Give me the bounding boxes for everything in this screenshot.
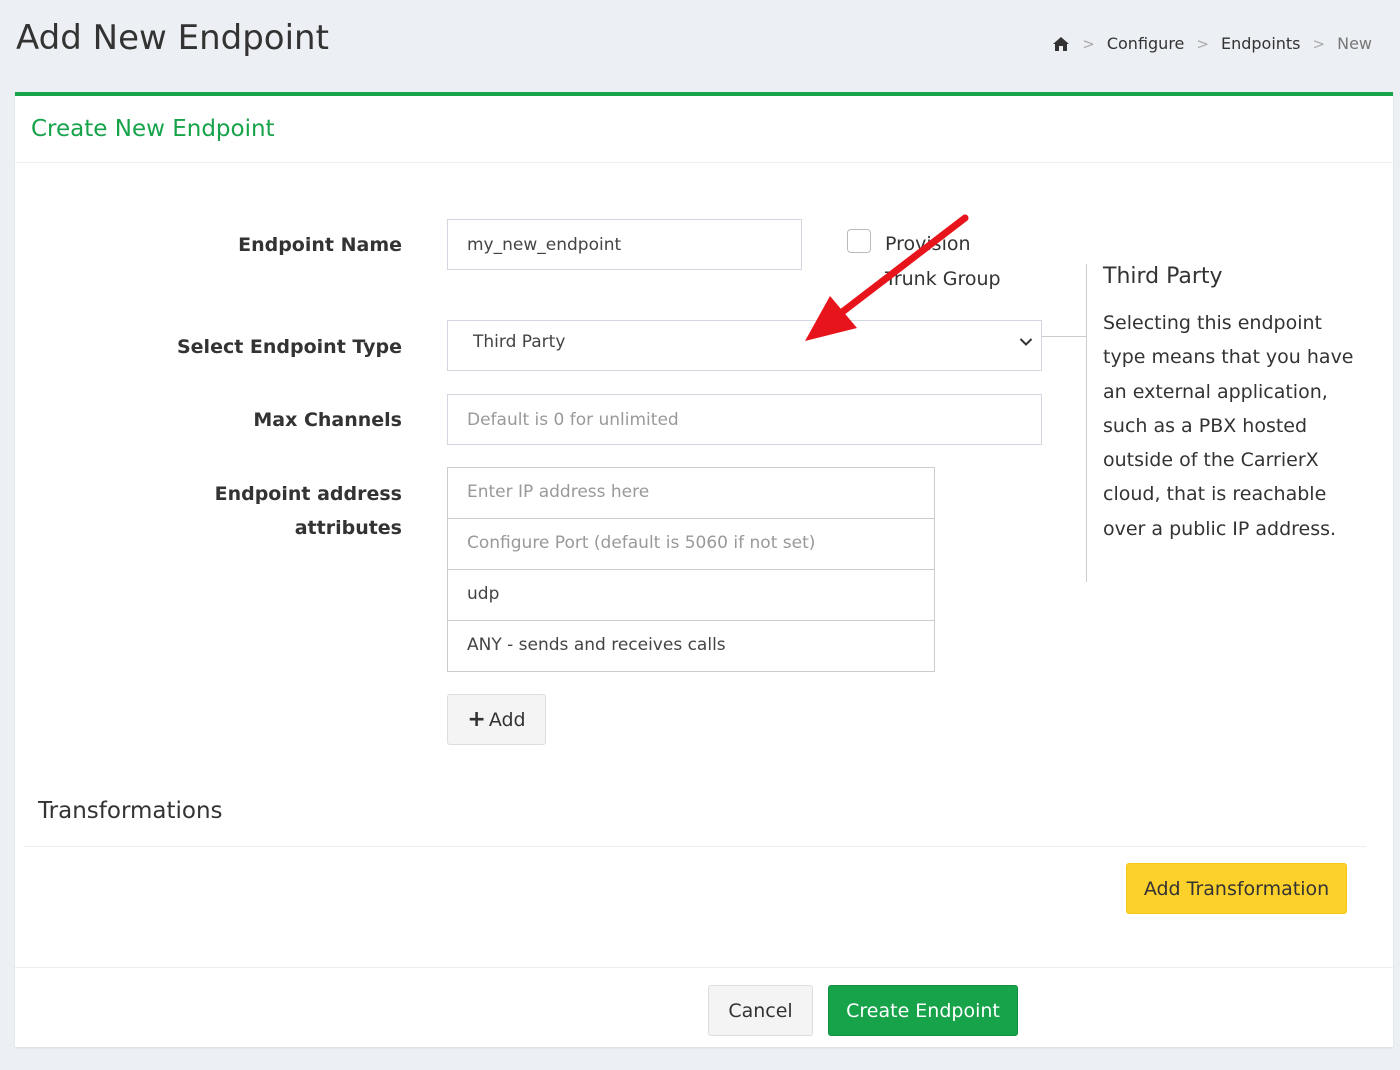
transformations-panel: Transformations Add Transformation (24, 786, 1366, 966)
add-transformation-button[interactable]: Add Transformation (1126, 863, 1347, 914)
transformations-title: Transformations (38, 798, 223, 824)
breadcrumb-configure[interactable]: Configure (1107, 34, 1185, 53)
breadcrumb-separator: > (1312, 34, 1326, 53)
info-text: Selecting this endpoint type means that … (1103, 312, 1354, 540)
ip-address-input[interactable]: Enter IP address here (448, 468, 934, 519)
port-input[interactable]: Configure Port (default is 5060 if not s… (448, 519, 934, 570)
endpoint-address-label: Endpoint address (214, 483, 402, 505)
add-address-button[interactable]: + Add (447, 694, 546, 745)
provision-trunk-group-label: Trunk Group (885, 268, 1001, 290)
transport-select[interactable]: udp (448, 570, 934, 621)
card-title: Create New Endpoint (31, 116, 275, 142)
transformations-divider (24, 846, 1366, 847)
info-connector-line (1042, 336, 1086, 337)
endpoint-name-input[interactable] (447, 219, 802, 270)
endpoint-name-label: Endpoint Name (238, 234, 402, 256)
page-header: Add New Endpoint > Configure > Endpoints… (0, 0, 1400, 92)
info-title: Third Party (1103, 264, 1223, 289)
footer-divider (15, 967, 1393, 968)
endpoint-type-label: Select Endpoint Type (176, 336, 402, 358)
provision-trunk-group-checkbox[interactable] (847, 229, 871, 253)
endpoint-type-info-panel: Third Party Selecting this endpoint type… (1086, 264, 1386, 582)
endpoint-type-select[interactable]: Third Party (447, 320, 1042, 371)
cancel-button[interactable]: Cancel (708, 985, 813, 1036)
chevron-down-icon (1019, 338, 1033, 346)
breadcrumb-separator: > (1082, 34, 1095, 53)
page-title: Add New Endpoint (16, 18, 329, 58)
max-channels-input[interactable] (447, 394, 1042, 445)
plus-icon: + (467, 707, 486, 732)
max-channels-label: Max Channels (253, 409, 402, 431)
card-divider (15, 162, 1393, 163)
breadcrumb: > Configure > Endpoints > New (1052, 34, 1372, 53)
endpoint-address-label: attributes (294, 517, 402, 539)
create-endpoint-card: Create New Endpoint Endpoint Name Provis… (15, 92, 1393, 1047)
home-icon[interactable] (1052, 36, 1070, 52)
breadcrumb-current: New (1337, 34, 1372, 53)
breadcrumb-endpoints[interactable]: Endpoints (1221, 34, 1301, 53)
add-address-label: Add (488, 708, 526, 731)
breadcrumb-separator: > (1196, 34, 1209, 53)
direction-select[interactable]: ANY - sends and receives calls (448, 621, 934, 671)
endpoint-type-selected: Third Party (473, 332, 566, 352)
create-endpoint-button[interactable]: Create Endpoint (828, 985, 1018, 1036)
endpoint-address-group: Enter IP address here Configure Port (de… (447, 467, 935, 672)
provision-trunk-group-label: Provision (885, 233, 971, 255)
